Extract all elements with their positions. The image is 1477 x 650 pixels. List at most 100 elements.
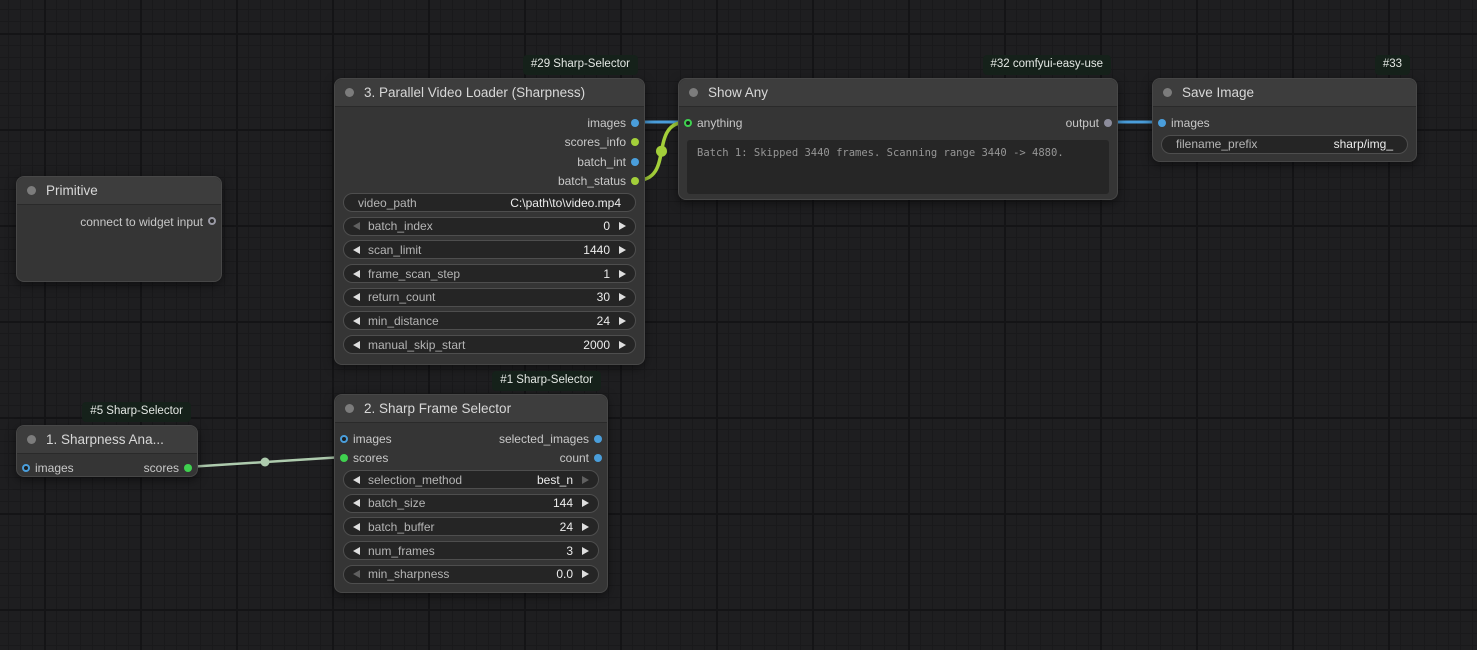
widget-value: 3 xyxy=(566,544,573,558)
node-header[interactable]: 1. Sharpness Ana... xyxy=(17,426,197,454)
collapse-dot-icon[interactable] xyxy=(27,186,36,195)
collapse-dot-icon[interactable] xyxy=(345,404,354,413)
widget-name: batch_size xyxy=(368,496,553,510)
node-header[interactable]: Show Any xyxy=(679,79,1117,107)
widget-name: scan_limit xyxy=(368,243,583,257)
io-slot-row: images scores xyxy=(17,458,197,478)
widget-value: 144 xyxy=(553,496,573,510)
collapse-dot-icon[interactable] xyxy=(27,435,36,444)
node-header[interactable]: 3. Parallel Video Loader (Sharpness) xyxy=(335,79,644,107)
node-show-any[interactable]: #32 comfyui-easy-use Show Any anything o… xyxy=(678,78,1118,200)
decrement-arrow-icon[interactable] xyxy=(353,246,360,254)
increment-arrow-icon[interactable] xyxy=(619,270,626,278)
node-badge: #32 comfyui-easy-use xyxy=(983,55,1112,75)
node-title: 3. Parallel Video Loader (Sharpness) xyxy=(364,85,585,100)
increment-arrow-icon[interactable] xyxy=(619,293,626,301)
increment-arrow-icon[interactable] xyxy=(619,341,626,349)
collapse-dot-icon[interactable] xyxy=(689,88,698,97)
output-slot-dot[interactable] xyxy=(594,435,602,443)
node-title: Show Any xyxy=(708,85,768,100)
widget-selection-method[interactable]: selection_method best_n xyxy=(343,470,599,489)
output-slot-dot[interactable] xyxy=(631,138,639,146)
decrement-arrow-icon[interactable] xyxy=(353,222,360,230)
widget-value: 24 xyxy=(560,520,573,534)
decrement-arrow-icon[interactable] xyxy=(353,270,360,278)
increment-arrow-icon[interactable] xyxy=(582,547,589,555)
input-slot-dot[interactable] xyxy=(22,464,30,472)
decrement-arrow-icon[interactable] xyxy=(353,523,360,531)
node-sharp-frame-selector[interactable]: #1 Sharp-Selector 2. Sharp Frame Selecto… xyxy=(334,394,608,593)
widget-return-count[interactable]: return_count 30 xyxy=(343,288,636,307)
input-slot-row: images xyxy=(1153,113,1416,133)
node-parallel-video-loader[interactable]: #29 Sharp-Selector 3. Parallel Video Loa… xyxy=(334,78,645,365)
widget-batch-size[interactable]: batch_size 144 xyxy=(343,494,599,513)
widget-name: min_sharpness xyxy=(368,567,556,581)
widget-name: num_frames xyxy=(368,544,566,558)
node-graph-canvas[interactable]: Primitive connect to widget input #29 Sh… xyxy=(0,0,1477,650)
node-header[interactable]: Primitive xyxy=(17,177,221,205)
widget-batch-buffer[interactable]: batch_buffer 24 xyxy=(343,517,599,536)
widget-scan-limit[interactable]: scan_limit 1440 xyxy=(343,240,636,259)
node-badge: #5 Sharp-Selector xyxy=(82,402,191,422)
input-slot-dot[interactable] xyxy=(1158,119,1166,127)
widget-value: 1440 xyxy=(583,243,610,257)
link-midpoint-dot[interactable] xyxy=(656,146,667,157)
increment-arrow-icon[interactable] xyxy=(582,570,589,578)
widget-value: 0.0 xyxy=(556,567,573,581)
node-header[interactable]: 2. Sharp Frame Selector xyxy=(335,395,607,423)
widget-value: 24 xyxy=(597,314,610,328)
input-slot-dot[interactable] xyxy=(684,119,692,127)
output-slot-dot[interactable] xyxy=(631,158,639,166)
node-badge: #33 xyxy=(1375,55,1410,75)
output-slot-dot[interactable] xyxy=(1104,119,1112,127)
widget-value: 0 xyxy=(603,219,610,233)
output-slot-dot[interactable] xyxy=(631,177,639,185)
increment-arrow-icon[interactable] xyxy=(619,246,626,254)
decrement-arrow-icon[interactable] xyxy=(353,547,360,555)
output-slot-dot[interactable] xyxy=(631,119,639,127)
widget-name: filename_prefix xyxy=(1176,137,1334,151)
slot-label: connect to widget input xyxy=(80,215,221,229)
widget-value: best_n xyxy=(537,473,573,487)
output-slot-row: batch_status xyxy=(335,172,644,192)
widget-min-distance[interactable]: min_distance 24 xyxy=(343,311,636,330)
decrement-arrow-icon[interactable] xyxy=(353,293,360,301)
decrement-arrow-icon[interactable] xyxy=(353,341,360,349)
output-slot-dot[interactable] xyxy=(184,464,192,472)
decrement-arrow-icon[interactable] xyxy=(353,317,360,325)
increment-arrow-icon[interactable] xyxy=(619,222,626,230)
input-slot-dot[interactable] xyxy=(340,454,348,462)
widget-value: 2000 xyxy=(583,338,610,352)
increment-arrow-icon[interactable] xyxy=(619,317,626,325)
widget-batch-index[interactable]: batch_index 0 xyxy=(343,217,636,236)
log-text-area[interactable]: Batch 1: Skipped 3440 frames. Scanning r… xyxy=(687,140,1109,194)
widget-manual-skip-start[interactable]: manual_skip_start 2000 xyxy=(343,335,636,354)
increment-arrow-icon[interactable] xyxy=(582,523,589,531)
increment-arrow-icon[interactable] xyxy=(582,476,589,484)
output-slot-dot[interactable] xyxy=(594,454,602,462)
widget-video-path[interactable]: video_path C:\path\to\video.mp4 xyxy=(343,193,636,212)
input-slot-dot[interactable] xyxy=(340,435,348,443)
node-save-image[interactable]: #33 Save Image images filename_prefix sh… xyxy=(1152,78,1417,162)
widget-frame-scan-step[interactable]: frame_scan_step 1 xyxy=(343,264,636,283)
io-slot-row: scores count xyxy=(335,449,607,469)
widget-filename-prefix[interactable]: filename_prefix sharp/img_ xyxy=(1161,135,1408,154)
widget-value: C:\path\to\video.mp4 xyxy=(510,196,621,210)
node-title: 2. Sharp Frame Selector xyxy=(364,401,511,416)
increment-arrow-icon[interactable] xyxy=(582,499,589,507)
decrement-arrow-icon[interactable] xyxy=(353,499,360,507)
link-midpoint-dot[interactable] xyxy=(261,458,270,467)
widget-num-frames[interactable]: num_frames 3 xyxy=(343,541,599,560)
node-primitive[interactable]: Primitive connect to widget input xyxy=(16,176,222,282)
output-slot-row: scores_info xyxy=(335,133,644,153)
decrement-arrow-icon[interactable] xyxy=(353,570,360,578)
widget-name: frame_scan_step xyxy=(368,267,603,281)
collapse-dot-icon[interactable] xyxy=(1163,88,1172,97)
node-header[interactable]: Save Image xyxy=(1153,79,1416,107)
decrement-arrow-icon[interactable] xyxy=(353,476,360,484)
slot-label: selected_images xyxy=(499,432,607,446)
output-slot-dot[interactable] xyxy=(208,217,216,225)
widget-min-sharpness[interactable]: min_sharpness 0.0 xyxy=(343,565,599,584)
node-sharpness-analyzer[interactable]: #5 Sharp-Selector 1. Sharpness Ana... im… xyxy=(16,425,198,477)
collapse-dot-icon[interactable] xyxy=(345,88,354,97)
